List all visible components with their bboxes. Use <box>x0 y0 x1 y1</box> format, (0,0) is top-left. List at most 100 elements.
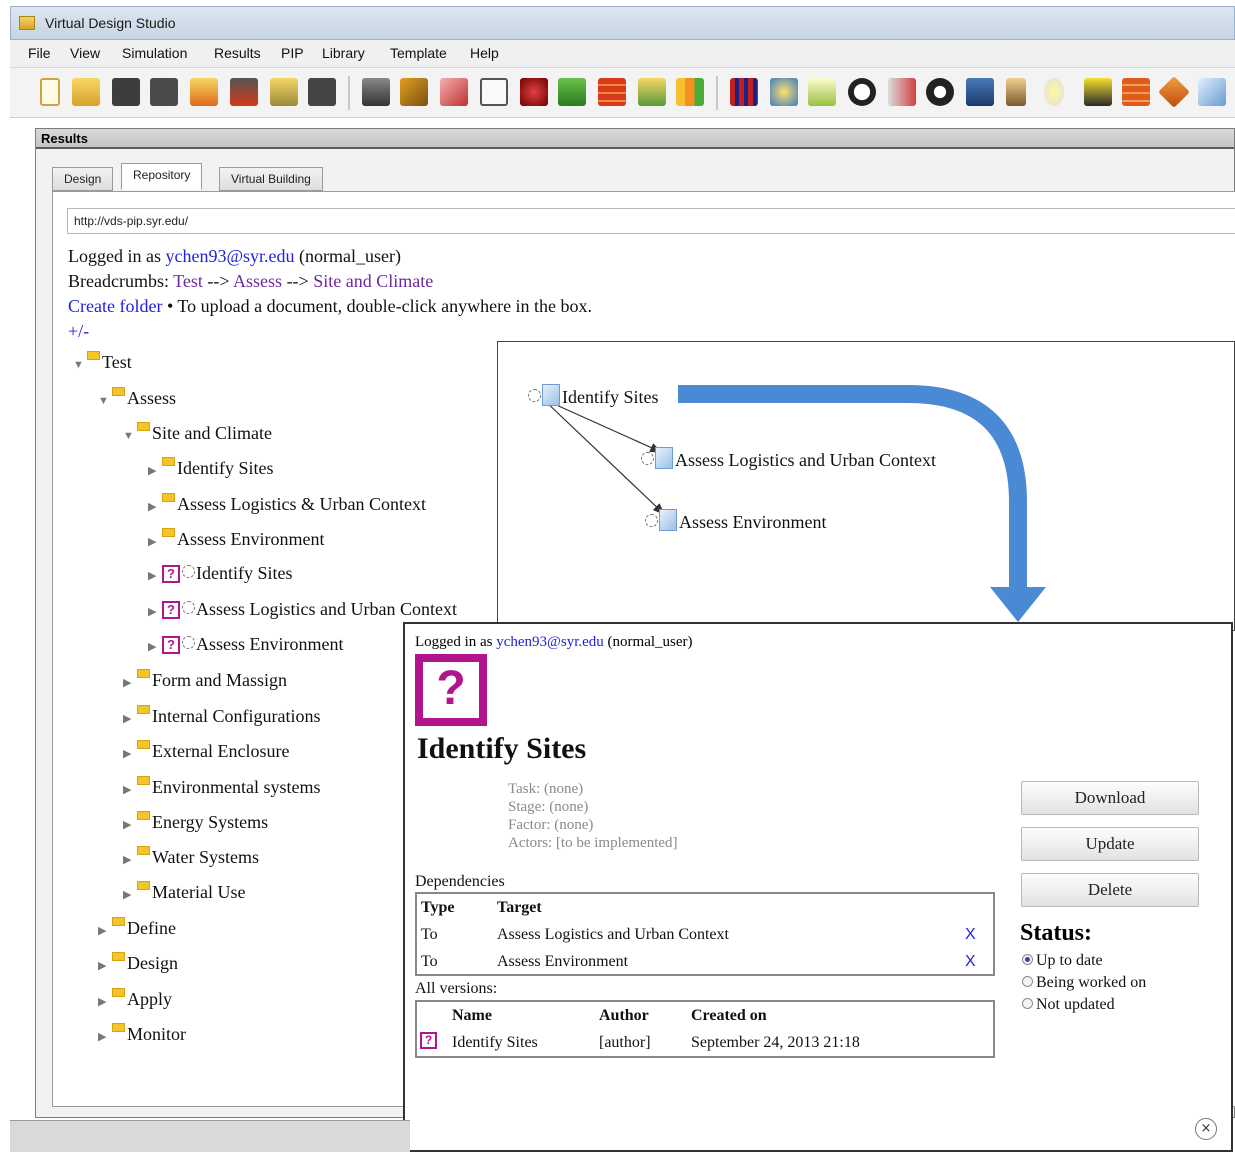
breadcrumb-assess[interactable]: Assess <box>233 271 282 291</box>
tree-folder-item[interactable]: ▶ Energy Systems <box>123 811 268 833</box>
menu-file[interactable]: File <box>28 45 51 61</box>
collapsed-triangle-icon[interactable]: ▶ <box>148 640 162 653</box>
wb-icon[interactable] <box>558 78 586 106</box>
tree-folder-item[interactable]: ▶ Form and Massign <box>123 669 287 691</box>
pencil-icon[interactable] <box>440 78 468 106</box>
user-link[interactable]: ychen93@syr.edu <box>165 246 294 266</box>
collapsed-triangle-icon[interactable]: ▶ <box>148 464 162 477</box>
menu-simulation[interactable]: Simulation <box>122 45 187 61</box>
collapsed-triangle-icon[interactable]: ▶ <box>98 995 112 1008</box>
tree-node-assess[interactable]: ▼ Assess <box>98 387 176 409</box>
url-field[interactable]: http://vds-pip.syr.edu/ <box>67 208 1235 234</box>
building-icon[interactable] <box>926 78 954 106</box>
tab-design[interactable]: Design <box>52 167 114 191</box>
vds-icon[interactable] <box>362 78 390 106</box>
tree-folder-item[interactable]: ▶ Apply <box>98 988 172 1010</box>
tree-document-item[interactable]: ▶? Identify Sites <box>148 563 293 585</box>
collapsed-triangle-icon[interactable]: ▶ <box>148 569 162 582</box>
remove-dependency-button[interactable]: X <box>965 953 976 971</box>
sun-icon[interactable] <box>770 78 798 106</box>
collapsed-triangle-icon[interactable]: ▶ <box>123 747 137 760</box>
status-option-up-to-date[interactable]: Up to date <box>1022 952 1103 970</box>
update-button[interactable]: Update <box>1021 827 1199 861</box>
menu-template[interactable]: Template <box>390 45 447 61</box>
radio-selected-icon[interactable] <box>1022 954 1033 965</box>
menu-view[interactable]: View <box>70 45 100 61</box>
graph-node-target[interactable]: Assess Logistics and Urban Context <box>641 447 936 471</box>
menu-results[interactable]: Results <box>214 45 261 61</box>
import-lib-icon[interactable] <box>270 78 298 106</box>
tree-folder-item[interactable]: ▶ Design <box>98 952 178 974</box>
collapsed-triangle-icon[interactable]: ▶ <box>148 535 162 548</box>
skull-icon[interactable] <box>848 78 876 106</box>
delete-button[interactable]: Delete <box>1021 873 1199 907</box>
radio-icon[interactable] <box>1022 998 1033 1009</box>
version-name-link[interactable]: Identify Sites <box>452 1034 538 1052</box>
energyplus-icon[interactable] <box>520 78 548 106</box>
import-idf-icon[interactable] <box>190 78 218 106</box>
csv-icon[interactable] <box>638 78 666 106</box>
save-icon[interactable] <box>112 78 140 106</box>
monitor-icon[interactable] <box>966 78 994 106</box>
menu-help[interactable]: Help <box>470 45 499 61</box>
menu-library[interactable]: Library <box>322 45 365 61</box>
collapsed-triangle-icon[interactable]: ▶ <box>123 853 137 866</box>
status-option-being-worked-on[interactable]: Being worked on <box>1022 974 1146 992</box>
copy-doc-icon[interactable] <box>480 78 508 106</box>
tree-document-item[interactable]: ▶? Assess Logistics and Urban Context <box>148 599 457 621</box>
shield-icon[interactable] <box>1084 78 1112 106</box>
window-icon[interactable] <box>1198 78 1226 106</box>
menu-pip[interactable]: PIP <box>281 45 304 61</box>
new-file-icon[interactable] <box>40 78 60 106</box>
user-link[interactable]: ychen93@syr.edu <box>496 634 604 650</box>
radio-icon[interactable] <box>1022 976 1033 987</box>
thermometer-icon[interactable] <box>888 78 916 106</box>
tree-folder-item[interactable]: ▶ Environmental systems <box>123 776 320 798</box>
tree-folder-item[interactable]: ▶ Water Systems <box>123 846 259 868</box>
save-idf-icon[interactable] <box>230 78 258 106</box>
books-icon[interactable] <box>730 78 758 106</box>
collapsed-triangle-icon[interactable]: ▶ <box>98 959 112 972</box>
breadcrumb-site-and-climate[interactable]: Site and Climate <box>313 271 433 291</box>
expanded-triangle-icon[interactable]: ▼ <box>73 359 87 371</box>
remove-dependency-button[interactable]: X <box>965 926 976 944</box>
eraser-icon[interactable] <box>1158 76 1190 108</box>
tab-virtual-building[interactable]: Virtual Building <box>219 167 323 191</box>
status-option-not-updated[interactable]: Not updated <box>1022 996 1115 1014</box>
create-folder-link[interactable]: Create folder <box>68 296 162 316</box>
tree-folder-item[interactable]: ▶ Assess Environment <box>148 528 325 550</box>
lightbulb-icon[interactable] <box>1044 78 1064 106</box>
tree-folder-item[interactable]: ▶ Material Use <box>123 881 245 903</box>
breadcrumb-test[interactable]: Test <box>173 271 203 291</box>
collapsed-triangle-icon[interactable]: ▶ <box>148 500 162 513</box>
open-icon[interactable] <box>72 78 100 106</box>
expanded-triangle-icon[interactable]: ▼ <box>98 395 112 407</box>
ground-icon[interactable] <box>808 78 836 106</box>
brick-icon[interactable] <box>1122 78 1150 106</box>
save-as-icon[interactable] <box>150 78 178 106</box>
graph-node-source[interactable]: Identify Sites <box>528 384 659 408</box>
close-icon[interactable]: × <box>1195 1118 1217 1140</box>
collapsed-triangle-icon[interactable]: ▶ <box>98 1030 112 1043</box>
collapsed-triangle-icon[interactable]: ▶ <box>123 676 137 689</box>
collapsed-triangle-icon[interactable]: ▶ <box>123 712 137 725</box>
tree-folder-item[interactable]: ▶ Define <box>98 917 176 939</box>
save-lib-icon[interactable] <box>308 78 336 106</box>
expanded-triangle-icon[interactable]: ▼ <box>123 430 137 442</box>
chart-icon[interactable] <box>676 78 704 106</box>
wrench-icon[interactable] <box>400 78 428 106</box>
tab-repository[interactable]: Repository <box>121 163 203 190</box>
tree-folder-item[interactable]: ▶ Internal Configurations <box>123 705 320 727</box>
collapsed-triangle-icon[interactable]: ▶ <box>123 818 137 831</box>
collapsed-triangle-icon[interactable]: ▶ <box>148 605 162 618</box>
download-button[interactable]: Download <box>1021 781 1199 815</box>
person-icon[interactable] <box>1006 78 1026 106</box>
tree-folder-item[interactable]: ▶ Assess Logistics & Urban Context <box>148 493 426 515</box>
collapsed-triangle-icon[interactable]: ▶ <box>123 783 137 796</box>
tree-folder-item[interactable]: ▶ External Enclosure <box>123 740 289 762</box>
tree-folder-item[interactable]: ▶ Identify Sites <box>148 457 274 479</box>
collapsed-triangle-icon[interactable]: ▶ <box>123 888 137 901</box>
tree-node-site-and-climate[interactable]: ▼ Site and Climate <box>123 422 272 444</box>
expand-collapse-toggle[interactable]: +/- <box>68 321 89 341</box>
tree-node-test[interactable]: ▼ Test <box>73 351 132 373</box>
